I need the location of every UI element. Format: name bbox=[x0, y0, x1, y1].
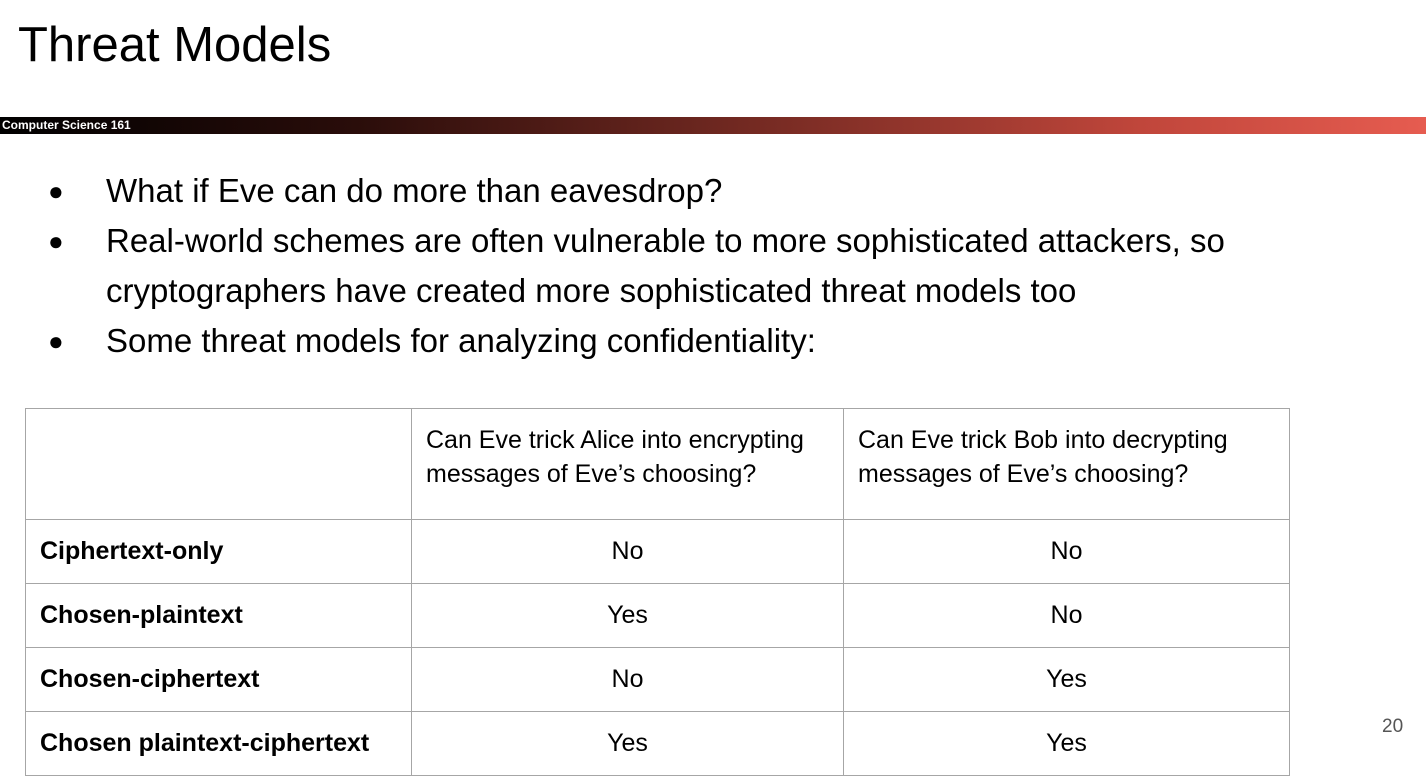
bullet-marker-icon: ● bbox=[48, 326, 64, 356]
table-row: Chosen plaintext-ciphertext Yes Yes bbox=[25, 711, 1290, 776]
bullet-text: What if Eve can do more than eavesdrop? bbox=[106, 172, 723, 209]
decrypt-cell: Yes bbox=[843, 711, 1290, 776]
table-header-decrypt: Can Eve trick Bob into decrypting messag… bbox=[843, 408, 1290, 520]
table-header-empty bbox=[25, 408, 412, 520]
bullet-text: Real-world schemes are often vulnerable … bbox=[106, 222, 1225, 309]
threat-model-table: Can Eve trick Alice into encrypting mess… bbox=[25, 408, 1290, 776]
table-header-row: Can Eve trick Alice into encrypting mess… bbox=[25, 408, 1290, 520]
decrypt-cell: No bbox=[843, 519, 1290, 584]
bullet-text: Some threat models for analyzing confide… bbox=[106, 322, 816, 359]
decrypt-cell: Yes bbox=[843, 647, 1290, 712]
bullet-item: ● Real-world schemes are often vulnerabl… bbox=[48, 216, 1388, 316]
bullet-item: ● What if Eve can do more than eavesdrop… bbox=[48, 166, 1388, 216]
page-number: 20 bbox=[1382, 716, 1404, 737]
row-label: Ciphertext-only bbox=[25, 519, 412, 584]
encrypt-cell: Yes bbox=[411, 583, 844, 648]
bullet-marker-icon: ● bbox=[48, 226, 64, 256]
bullet-marker-icon: ● bbox=[48, 176, 64, 206]
row-label: Chosen plaintext-ciphertext bbox=[25, 711, 412, 776]
table-row: Chosen-ciphertext No Yes bbox=[25, 647, 1290, 712]
course-header-bar: Computer Science 161 bbox=[0, 117, 1426, 134]
row-label: Chosen-ciphertext bbox=[25, 647, 412, 712]
table-row: Ciphertext-only No No bbox=[25, 519, 1290, 584]
course-label: Computer Science 161 bbox=[2, 118, 131, 132]
encrypt-cell: Yes bbox=[411, 711, 844, 776]
encrypt-cell: No bbox=[411, 519, 844, 584]
decrypt-cell: No bbox=[843, 583, 1290, 648]
table-row: Chosen-plaintext Yes No bbox=[25, 583, 1290, 648]
encrypt-cell: No bbox=[411, 647, 844, 712]
slide-title: Threat Models bbox=[18, 18, 332, 72]
row-label: Chosen-plaintext bbox=[25, 583, 412, 648]
bullet-item: ● Some threat models for analyzing confi… bbox=[48, 316, 1388, 366]
table-header-encrypt: Can Eve trick Alice into encrypting mess… bbox=[411, 408, 844, 520]
bullet-list: ● What if Eve can do more than eavesdrop… bbox=[48, 166, 1388, 366]
